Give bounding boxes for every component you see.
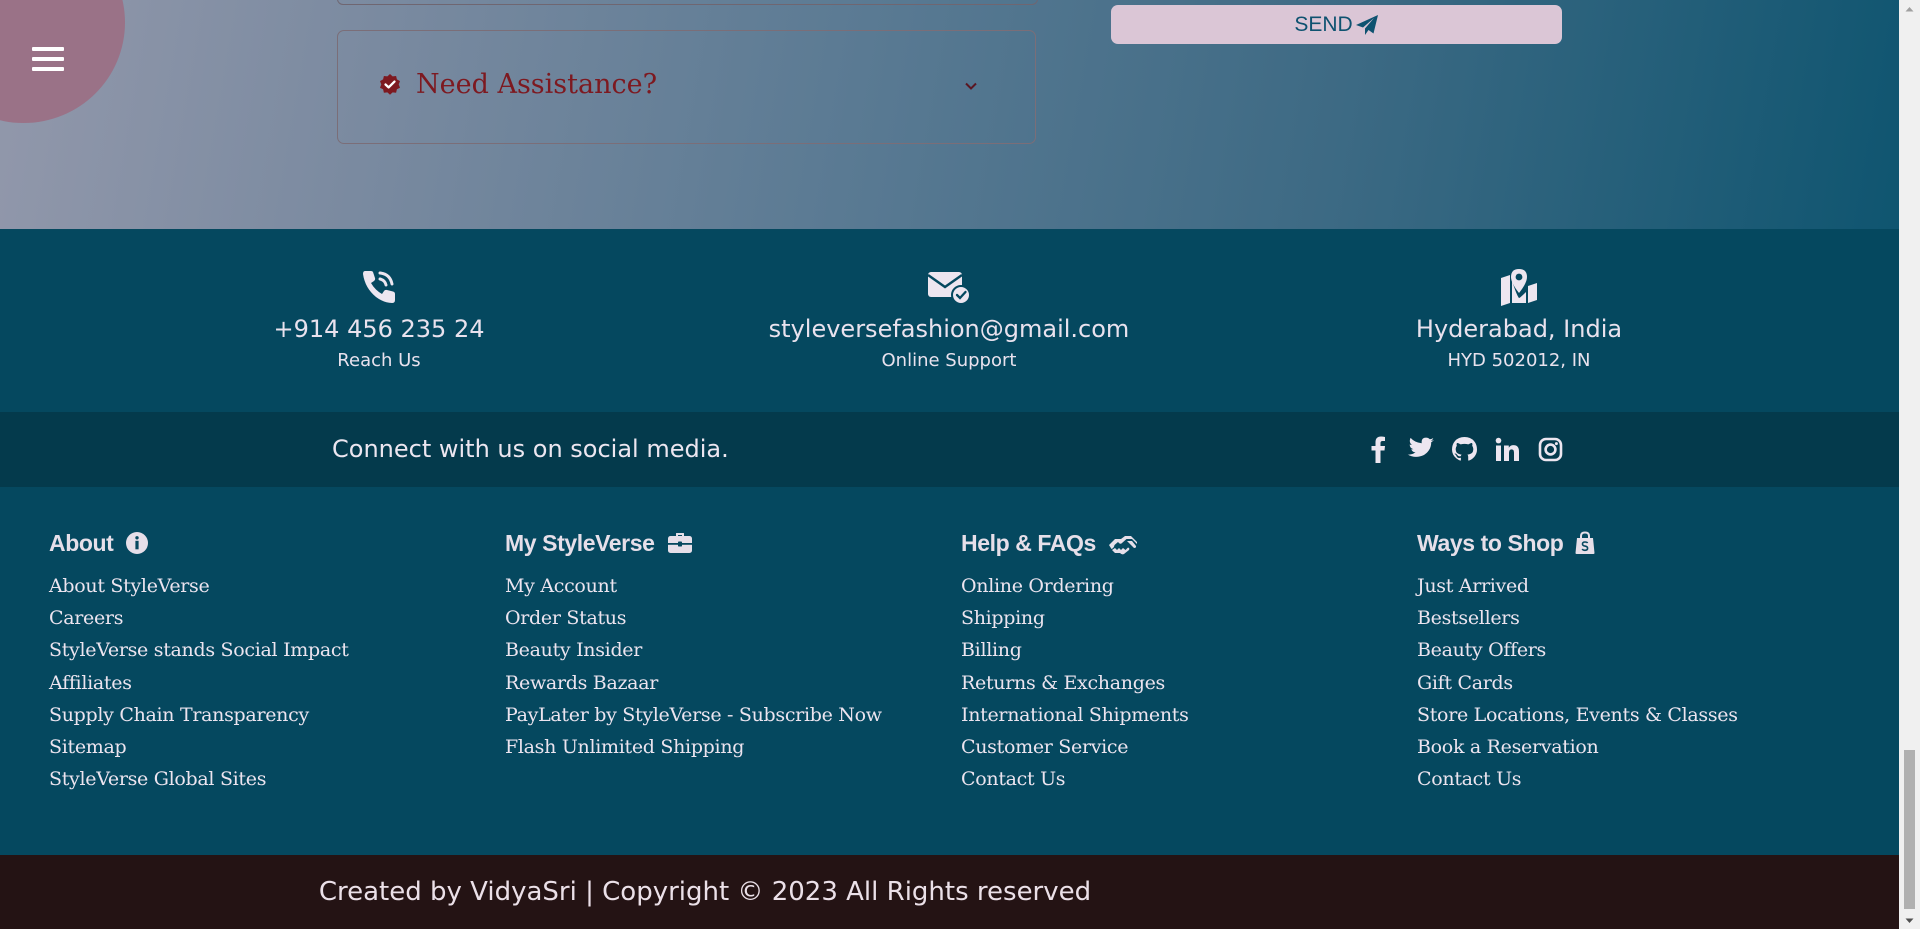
contact-email-label: Online Support — [881, 350, 1017, 371]
social-icons — [1364, 434, 1564, 464]
help-faqs-heading: Help & FAQs — [961, 526, 1401, 560]
contact-phone-number: +914 456 235 24 — [273, 315, 485, 343]
list-item[interactable]: Sitemap — [49, 731, 489, 763]
paper-plane-icon — [1355, 14, 1378, 35]
list-item[interactable]: Gift Cards — [1417, 667, 1857, 699]
list-item[interactable]: Beauty Insider — [505, 634, 945, 666]
list-item[interactable]: Order Status — [505, 602, 945, 634]
list-item[interactable]: International Shipments — [961, 699, 1401, 731]
shopping-bag-icon — [1575, 531, 1595, 554]
list-item[interactable]: Contact Us — [1417, 763, 1857, 795]
list-item[interactable]: Supply Chain Transparency — [49, 699, 489, 731]
about-list: About StyleVerse Careers StyleVerse stan… — [49, 570, 489, 795]
list-item[interactable]: Flash Unlimited Shipping — [505, 731, 945, 763]
about-heading: About — [49, 526, 489, 560]
ways-to-shop-heading-text: Ways to Shop — [1417, 529, 1564, 556]
contact-form-section: Need Assistance? SEND — [0, 0, 1899, 229]
envelope-check-icon — [927, 272, 971, 305]
help-faqs-heading-text: Help & FAQs — [961, 529, 1096, 556]
hamburger-bar — [32, 57, 64, 61]
footer-links-section: About About StyleVerse Careers StyleVers… — [0, 487, 1899, 855]
list-item[interactable]: Store Locations, Events & Classes — [1417, 699, 1857, 731]
chevron-down-icon[interactable] — [964, 79, 978, 93]
phone-icon — [363, 271, 395, 303]
copyright-text: Created by VidyaSri | Copyright © 2023 A… — [318, 877, 1092, 907]
list-item[interactable]: Affiliates — [49, 667, 489, 699]
contact-location-city: Hyderabad, India — [1415, 315, 1623, 343]
hamburger-menu-icon[interactable] — [32, 47, 64, 71]
list-item[interactable]: Book a Reservation — [1417, 731, 1857, 763]
list-item[interactable]: About StyleVerse — [49, 570, 489, 602]
list-item[interactable]: Rewards Bazaar — [505, 667, 945, 699]
list-item[interactable]: Returns & Exchanges — [961, 667, 1401, 699]
facebook-icon[interactable] — [1364, 434, 1392, 464]
list-item[interactable]: PayLater by StyleVerse - Subscribe Now — [505, 699, 945, 731]
scroll-down-arrow-icon[interactable] — [1899, 912, 1920, 929]
hamburger-bar — [32, 47, 64, 51]
list-item[interactable]: Careers — [49, 602, 489, 634]
list-item[interactable]: Shipping — [961, 602, 1401, 634]
about-heading-text: About — [49, 529, 114, 556]
about-column: About About StyleVerse Careers StyleVers… — [49, 526, 489, 795]
my-styleverse-heading: My StyleVerse — [505, 526, 945, 560]
list-item[interactable]: Online Ordering — [961, 570, 1401, 602]
my-styleverse-column: My StyleVerse My Account Order Status Be… — [505, 526, 945, 763]
linkedin-icon[interactable] — [1493, 434, 1521, 464]
instagram-icon[interactable] — [1536, 434, 1564, 464]
list-item[interactable]: Billing — [961, 634, 1401, 666]
check-badge-icon — [380, 74, 400, 95]
contact-phone-label: Reach Us — [337, 350, 421, 371]
ways-to-shop-column: Ways to Shop Just Arrived Bestsellers Be… — [1417, 526, 1857, 795]
list-item[interactable]: StyleVerse Global Sites — [49, 763, 489, 795]
social-media-bar: Connect with us on social media. — [0, 412, 1899, 487]
info-icon — [126, 532, 149, 554]
list-item[interactable]: Customer Service — [961, 731, 1401, 763]
ways-to-shop-list: Just Arrived Bestsellers Beauty Offers G… — [1417, 570, 1857, 795]
previous-accordion-box — [337, 0, 1038, 5]
list-item[interactable]: Bestsellers — [1417, 602, 1857, 634]
list-item[interactable]: Beauty Offers — [1417, 634, 1857, 666]
contact-location-postal: HYD 502012, IN — [1447, 350, 1591, 371]
twitter-icon[interactable] — [1407, 434, 1435, 464]
contact-info-section: +914 456 235 24 Reach Us styleversefashi… — [0, 229, 1899, 412]
need-assistance-title: Need Assistance? — [416, 69, 658, 100]
ways-to-shop-heading: Ways to Shop — [1417, 526, 1857, 560]
scroll-up-arrow-icon[interactable] — [1899, 0, 1920, 17]
list-item[interactable]: StyleVerse stands Social Impact — [49, 634, 489, 666]
list-item[interactable]: My Account — [505, 570, 945, 602]
need-assistance-accordion[interactable]: Need Assistance? — [337, 30, 1036, 144]
help-faqs-list: Online Ordering Shipping Billing Returns… — [961, 570, 1401, 795]
list-item[interactable]: Just Arrived — [1417, 570, 1857, 602]
send-button-label: SEND — [1294, 12, 1353, 36]
github-icon[interactable] — [1450, 434, 1478, 464]
list-item[interactable]: Contact Us — [961, 763, 1401, 795]
briefcase-icon — [667, 533, 692, 553]
social-media-text: Connect with us on social media. — [332, 435, 729, 463]
copyright-bar: Created by VidyaSri | Copyright © 2023 A… — [0, 855, 1899, 929]
send-button[interactable]: SEND — [1111, 5, 1562, 44]
hamburger-bar — [32, 67, 64, 71]
my-styleverse-list: My Account Order Status Beauty Insider R… — [505, 570, 945, 763]
my-styleverse-heading-text: My StyleVerse — [505, 529, 655, 556]
vertical-scrollbar[interactable] — [1899, 0, 1920, 929]
map-location-icon — [1501, 269, 1537, 306]
help-faqs-column: Help & FAQs Online Ordering Shipping Bil… — [961, 526, 1401, 795]
handshake-icon — [1108, 536, 1137, 555]
contact-email-address: styleversefashion@gmail.com — [768, 315, 1130, 343]
scrollbar-thumb[interactable] — [1904, 750, 1915, 909]
